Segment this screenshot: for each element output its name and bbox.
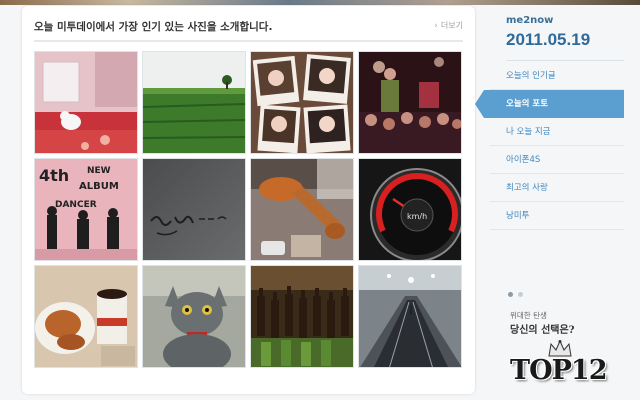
sidebar-item-label: 아이폰4S	[506, 155, 541, 165]
photo-gray-cat	[143, 266, 245, 367]
photo-polaroid-girls	[251, 52, 353, 153]
chevron-right-icon: ›	[434, 21, 438, 31]
photo-thumb-11[interactable]	[250, 265, 354, 368]
photo-fried-chicken-cola	[35, 266, 137, 367]
photo-bedroom	[35, 52, 137, 153]
svg-text:ALBUM: ALBUM	[79, 181, 119, 192]
photo-thumb-4[interactable]	[358, 51, 462, 154]
pagination-dot-1[interactable]	[508, 292, 513, 297]
photo-chicken-leg	[251, 159, 353, 260]
photo-moving-walkway	[359, 266, 461, 367]
photo-album-poster: 4th NEW ALBUM DANCER	[35, 159, 137, 260]
popular-photos-panel: 오늘 미투데이에서 가장 인기 있는 사진을 소개합니다. › 더보기 4th …	[22, 6, 475, 394]
sidebar: me2now 2011.05.19 오늘의 인기글 오늘의 포토 나 오늘 지금…	[475, 0, 640, 400]
sidebar-item-label: 나 오늘 지금	[506, 127, 551, 137]
photo-thumb-7[interactable]	[250, 158, 354, 261]
photo-green-field	[143, 52, 245, 153]
date-divider	[506, 60, 624, 61]
sidebar-item-label: 최고의 사랑	[506, 183, 548, 193]
photo-thumb-6[interactable]	[142, 158, 246, 261]
current-date: 2011.05.19	[506, 30, 591, 49]
photo-handwriting	[143, 159, 245, 260]
photo-concert-crowd	[359, 52, 461, 153]
svg-text:4th: 4th	[39, 166, 69, 185]
sidebar-item-label: 낭미투	[506, 211, 530, 221]
photo-thumb-9[interactable]	[34, 265, 138, 368]
promo-headline: 당신의 선택은?	[510, 325, 575, 336]
panel-divider	[34, 40, 463, 42]
photo-grid: 4th NEW ALBUM DANCER km/h	[34, 51, 462, 381]
sidebar-item-best-love[interactable]: 최고의 사랑	[490, 174, 624, 202]
photo-thumb-12[interactable]	[358, 265, 462, 368]
svg-text:km/h: km/h	[407, 212, 427, 221]
promo-logo[interactable]: TOP12	[510, 355, 607, 386]
sidebar-menu: 오늘의 인기글 오늘의 포토 나 오늘 지금 아이폰4S 최고의 사랑 낭미투	[475, 62, 640, 230]
photo-thumb-8[interactable]: km/h	[358, 158, 462, 261]
brand-label: me2now	[506, 15, 554, 26]
photo-bottles	[251, 266, 353, 367]
sidebar-item-nangmitu[interactable]: 낭미투	[490, 202, 624, 230]
sidebar-item-popular-posts[interactable]: 오늘의 인기글	[490, 62, 624, 90]
sidebar-item-label: 오늘의 인기글	[506, 71, 556, 81]
sidebar-item-me-today-now[interactable]: 나 오늘 지금	[490, 118, 624, 146]
more-label: 더보기	[440, 21, 463, 30]
photo-thumb-10[interactable]	[142, 265, 246, 368]
panel-title: 오늘 미투데이에서 가장 인기 있는 사진을 소개합니다.	[34, 21, 273, 33]
photo-thumb-5[interactable]: 4th NEW ALBUM DANCER	[34, 158, 138, 261]
svg-text:DANCER: DANCER	[55, 200, 97, 210]
sidebar-item-today-photo[interactable]: 오늘의 포토	[475, 90, 624, 118]
photo-thumb-3[interactable]	[250, 51, 354, 154]
svg-text:NEW: NEW	[87, 166, 111, 176]
photo-thumb-1[interactable]	[34, 51, 138, 154]
sidebar-item-iphone4s[interactable]: 아이폰4S	[490, 146, 624, 174]
pagination-dot-2[interactable]	[518, 292, 523, 297]
promo-subtitle: 위대한 탄생	[510, 311, 547, 320]
sidebar-item-label: 오늘의 포토	[506, 99, 549, 109]
more-link[interactable]: › 더보기	[434, 20, 463, 31]
photo-thumb-2[interactable]	[142, 51, 246, 154]
photo-speedometer: km/h	[359, 159, 461, 260]
banner-pagination	[508, 292, 523, 297]
